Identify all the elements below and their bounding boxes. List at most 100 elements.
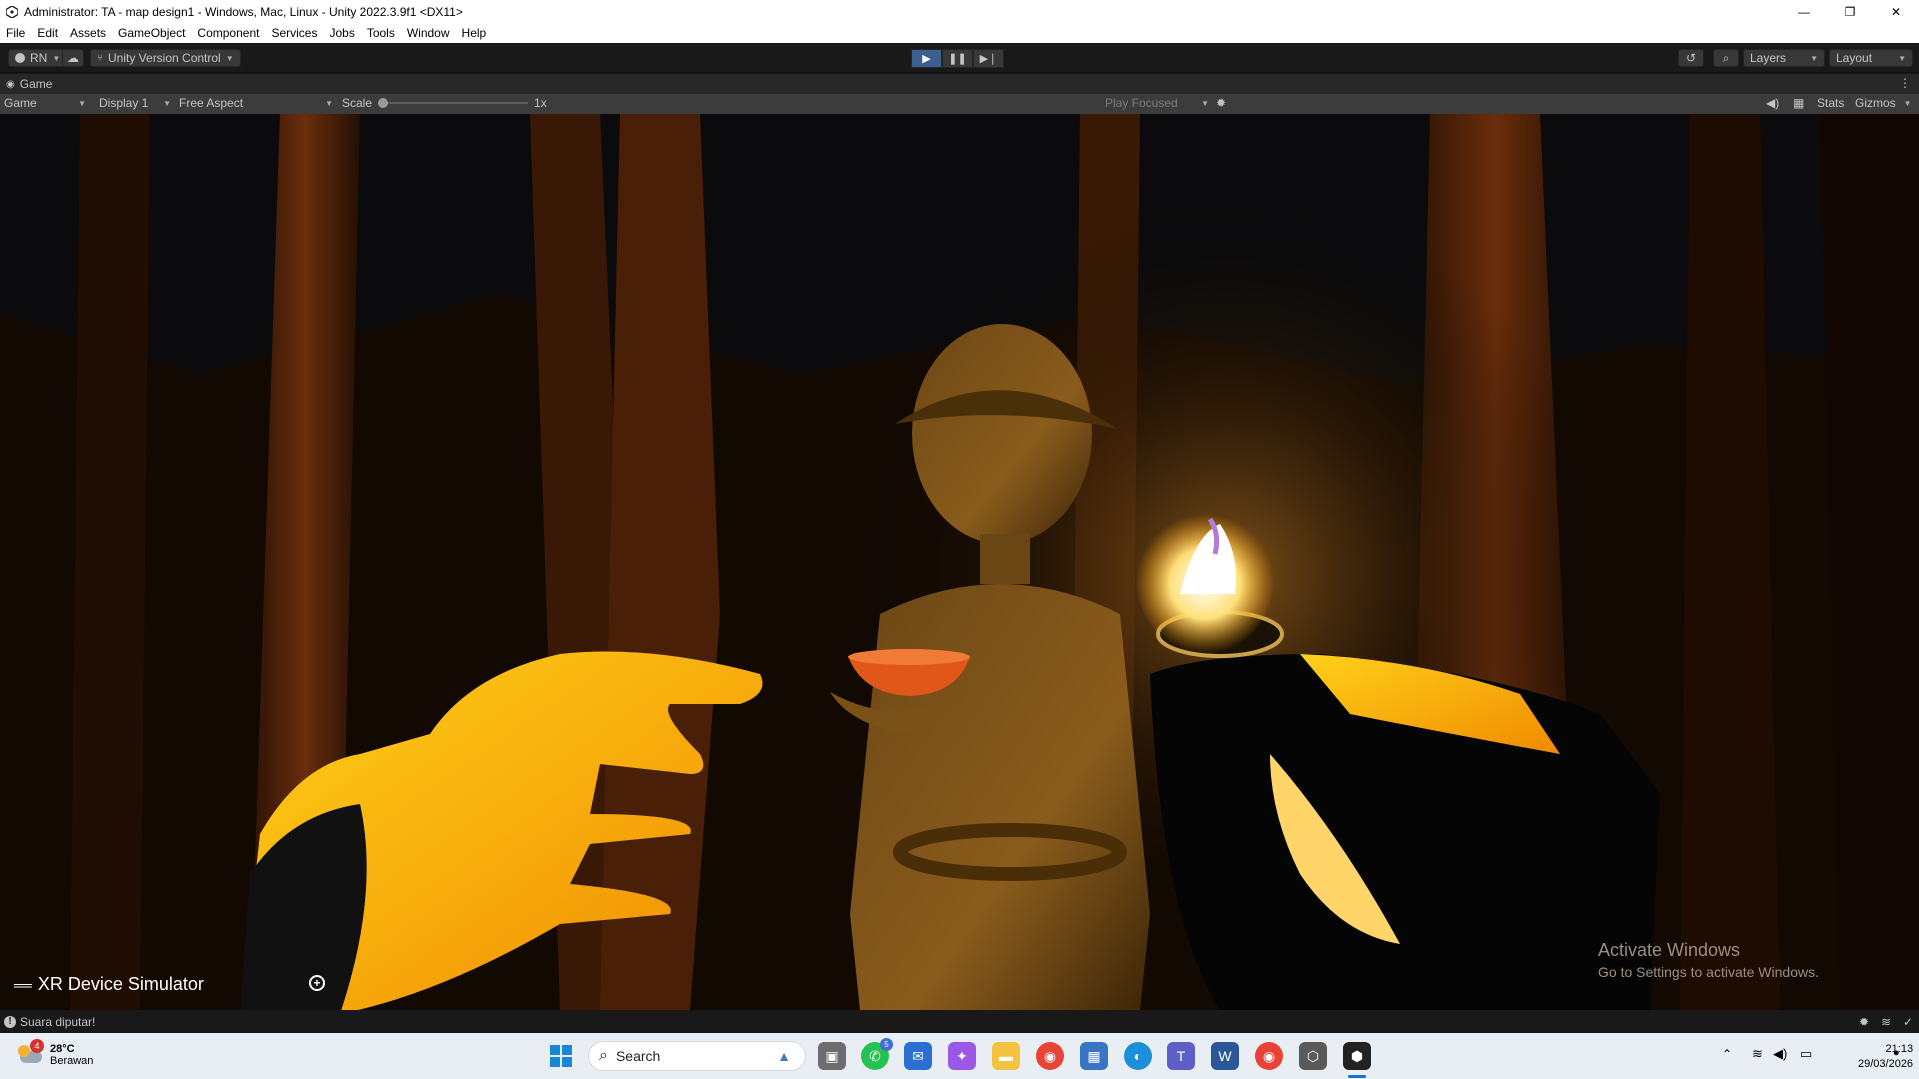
chevron-up-icon[interactable]: ⌃ <box>1722 1047 1732 1061</box>
start-button[interactable] <box>547 1042 575 1070</box>
menu-file[interactable]: File <box>0 26 31 40</box>
clock[interactable]: 21:13 29/03/2026 <box>1858 1042 1913 1072</box>
unity-hub-icon[interactable]: ⬡ <box>1299 1042 1327 1070</box>
windows-taskbar: 4 28°C Berawan ⌕ Search ▲ ▣ ✆ 5 ✉ ✦ ▬ ◉ … <box>0 1033 1919 1079</box>
gizmos-label: Gizmos <box>1855 96 1896 110</box>
pause-icon: ❚❚ <box>948 53 967 65</box>
menu-bar: File Edit Assets GameObject Component Se… <box>0 23 1919 43</box>
whatsapp-icon[interactable]: ✆ 5 <box>861 1038 893 1070</box>
weather-temp: 28°C <box>50 1043 75 1055</box>
grid-icon[interactable]: ▦ <box>1793 96 1804 110</box>
notifications-icon[interactable]: ● <box>1893 1047 1900 1059</box>
word-icon[interactable]: W <box>1211 1042 1239 1070</box>
step-icon: ▶❘ <box>979 53 998 65</box>
display-dropdown[interactable]: Display 1 ▼ <box>99 96 171 110</box>
scale-slider[interactable] <box>378 97 529 109</box>
chrome-profile-icon[interactable]: ◉ <box>1255 1042 1283 1070</box>
debug-icon[interactable]: ✹ <box>1859 1015 1869 1029</box>
menu-gameobject[interactable]: GameObject <box>112 26 191 40</box>
menu-assets[interactable]: Assets <box>64 26 112 40</box>
file-explorer-icon[interactable]: ▬ <box>992 1042 1020 1070</box>
chevron-down-icon: ▼ <box>1810 53 1818 63</box>
pause-button[interactable]: ❚❚ <box>942 49 973 68</box>
whatsapp-badge: 5 <box>880 1038 893 1051</box>
stats-button[interactable]: Stats <box>1817 96 1844 110</box>
cloud-icon: ☁ <box>67 51 79 65</box>
aspect-label: Free Aspect <box>179 96 244 110</box>
unity-editor-icon[interactable]: ⬢ <box>1343 1042 1371 1070</box>
chrome-icon[interactable]: ◉ <box>1036 1042 1064 1070</box>
task-view-icon[interactable]: ▣ <box>818 1042 846 1070</box>
drag-handle-icon[interactable]: ══ <box>14 977 32 993</box>
version-control-dropdown[interactable]: ⑂ Unity Version Control ▼ <box>90 49 241 67</box>
more-options-icon[interactable]: ⋮ <box>1899 76 1911 90</box>
stack-icon[interactable]: ≋ <box>1881 1015 1891 1029</box>
play-icon: ▶ <box>922 53 931 65</box>
game-view-bar: Game ▼ Display 1 ▼ Free Aspect ▼ Scale 1… <box>0 94 1919 114</box>
game-viewport[interactable]: ══ XR Device Simulator + Activate Window… <box>0 114 1919 1010</box>
branch-icon: ⑂ <box>97 52 103 64</box>
activate-title: Activate Windows <box>1598 940 1741 960</box>
lighthouse-icon: ▲ <box>777 1048 791 1064</box>
game-mode-dropdown[interactable]: Game ▼ <box>4 96 86 110</box>
activate-subtitle: Go to Settings to activate Windows. <box>1598 964 1819 980</box>
xr-device-simulator-panel[interactable]: ══ XR Device Simulator <box>14 974 204 995</box>
edge-icon[interactable]: ◐ <box>1124 1042 1152 1070</box>
status-message[interactable]: Suara diputar! <box>20 1015 95 1029</box>
scale-label: Scale <box>342 96 373 110</box>
speaker-icon[interactable]: ◀) <box>1766 96 1779 110</box>
active-app-indicator <box>1348 1075 1366 1078</box>
menu-tools[interactable]: Tools <box>361 26 401 40</box>
scale-control: Scale 1x <box>342 96 547 110</box>
copilot-icon[interactable]: ✦ <box>948 1042 976 1070</box>
gizmos-dropdown[interactable]: Gizmos ▼ <box>1855 96 1912 110</box>
step-button[interactable]: ▶❘ <box>973 49 1004 68</box>
taskbar-search[interactable]: ⌕ Search ▲ <box>588 1041 806 1071</box>
chevron-down-icon: ▼ <box>1898 53 1906 63</box>
mail-icon[interactable]: ✉ <box>904 1042 932 1070</box>
menu-jobs[interactable]: Jobs <box>323 26 360 40</box>
volume-icon[interactable]: ◀) <box>1773 1046 1787 1062</box>
close-button[interactable]: ✕ <box>1873 0 1919 23</box>
minimize-button[interactable]: — <box>1781 0 1827 23</box>
chevron-down-icon: ▼ <box>52 53 61 63</box>
bug-icon[interactable]: ✹ <box>1216 96 1226 110</box>
weather-widget[interactable]: 4 28°C Berawan <box>16 1039 94 1069</box>
cloud-button[interactable]: ☁ <box>62 49 84 67</box>
history-icon: ↺ <box>1685 51 1697 65</box>
play-focused-label: Play Focused <box>1105 96 1178 110</box>
search-icon: ⌕ <box>1722 50 1730 65</box>
search-button[interactable]: ⌕ <box>1713 49 1739 67</box>
menu-services[interactable]: Services <box>265 26 323 40</box>
window-title: Administrator: TA - map design1 - Window… <box>24 4 463 19</box>
weather-desc: Berawan <box>50 1055 94 1067</box>
menu-component[interactable]: Component <box>191 26 265 40</box>
history-button[interactable]: ↺ <box>1678 49 1704 67</box>
status-bar: ! Suara diputar! ✹ ≋ ✓ <box>0 1010 1919 1033</box>
layers-dropdown[interactable]: Layers ▼ <box>1743 49 1825 67</box>
tab-game[interactable]: ◉ Game <box>6 77 52 91</box>
aspect-dropdown[interactable]: Free Aspect ▼ <box>179 96 333 110</box>
play-focused-dropdown[interactable]: Play Focused ▼ <box>1105 96 1209 110</box>
maximize-button[interactable]: ❐ <box>1827 0 1873 23</box>
check-icon[interactable]: ✓ <box>1903 1015 1913 1029</box>
battery-icon[interactable]: ▭ <box>1800 1046 1812 1062</box>
play-button[interactable]: ▶ <box>911 49 942 68</box>
chevron-down-icon: ▼ <box>78 98 86 108</box>
account-dropdown[interactable]: RN ▼ <box>8 49 68 67</box>
account-icon <box>15 53 25 63</box>
menu-edit[interactable]: Edit <box>31 26 64 40</box>
store-icon[interactable]: ▦ <box>1080 1042 1108 1070</box>
layout-dropdown[interactable]: Layout ▼ <box>1829 49 1913 67</box>
chevron-down-icon: ▼ <box>225 53 234 63</box>
chevron-down-icon: ▼ <box>163 98 171 108</box>
xr-simulator-label: XR Device Simulator <box>37 974 204 994</box>
menu-window[interactable]: Window <box>401 26 456 40</box>
menu-help[interactable]: Help <box>456 26 493 40</box>
chevron-down-icon: ▼ <box>1201 98 1209 108</box>
add-icon[interactable]: + <box>309 975 325 991</box>
scale-slider-thumb[interactable] <box>378 98 389 108</box>
wifi-icon[interactable]: ≋ <box>1752 1046 1763 1062</box>
unity-logo-icon <box>6 5 18 18</box>
teams-icon[interactable]: T <box>1167 1042 1195 1070</box>
